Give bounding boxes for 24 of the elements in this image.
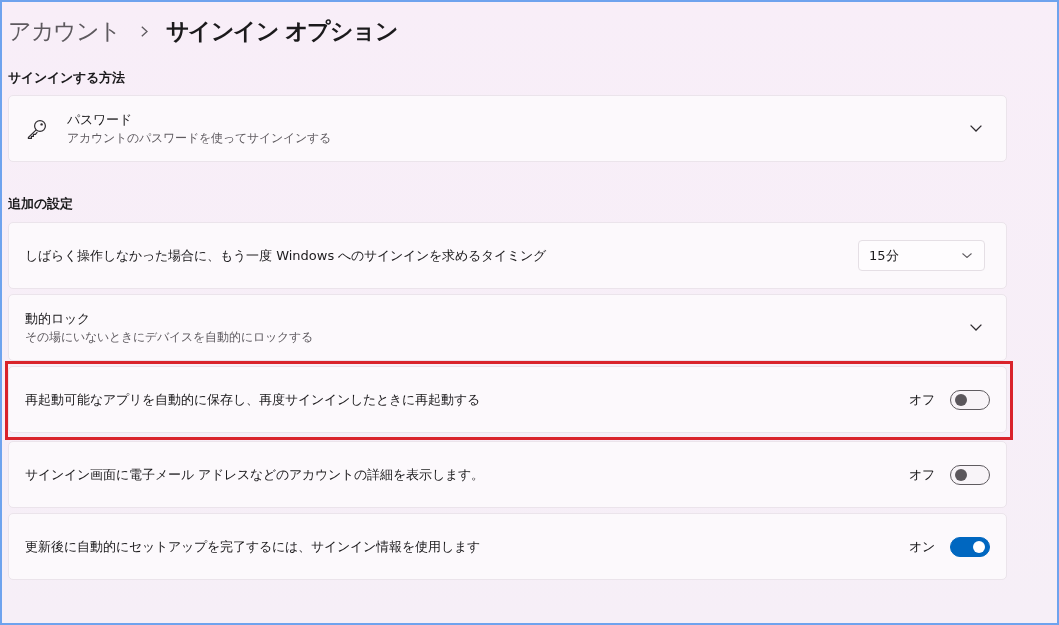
page-title: サインイン オプション <box>165 17 397 46</box>
key-icon <box>27 118 47 139</box>
setting-title: 動的ロック <box>25 309 90 328</box>
toggle-state-label: オン <box>909 537 935 556</box>
setting-card[interactable]: 動的ロック その場にいないときにデバイスを自動的にロックする <box>8 294 1007 361</box>
setting-title: パスワード <box>67 110 132 129</box>
section-heading: サインインする方法 <box>8 69 125 87</box>
toggle-switch[interactable] <box>950 536 990 557</box>
chevron-right-icon <box>140 25 148 37</box>
setting-title: 再起動可能なアプリを自動的に保存し、再度サインインしたときに再起動する <box>25 390 480 409</box>
chevron-down-icon <box>962 253 972 258</box>
section-heading: 追加の設定 <box>8 195 73 213</box>
breadcrumb-link[interactable]: アカウント <box>8 13 121 49</box>
toggle-switch[interactable] <box>950 464 990 485</box>
setting-card[interactable]: パスワード アカウントのパスワードを使ってサインインする <box>8 95 1007 162</box>
toggle-state-label: オフ <box>909 465 935 484</box>
setting-title: しばらく操作しなかった場合に、もう一度 Windows へのサインインを求めるタイミング <box>25 246 547 265</box>
setting-description: その場にいないときにデバイスを自動的にロックする <box>25 328 313 346</box>
toggle-switch[interactable] <box>950 389 990 410</box>
setting-description: アカウントのパスワードを使ってサインインする <box>67 129 331 147</box>
setting-title: サインイン画面に電子メール アドレスなどのアカウントの詳細を表示します。 <box>25 465 485 484</box>
setting-title: 更新後に自動的にセットアップを完了するには、サインイン情報を使用します <box>25 537 480 556</box>
dropdown[interactable]: 15分 <box>858 240 985 271</box>
toggle-state-label: オフ <box>909 390 935 409</box>
